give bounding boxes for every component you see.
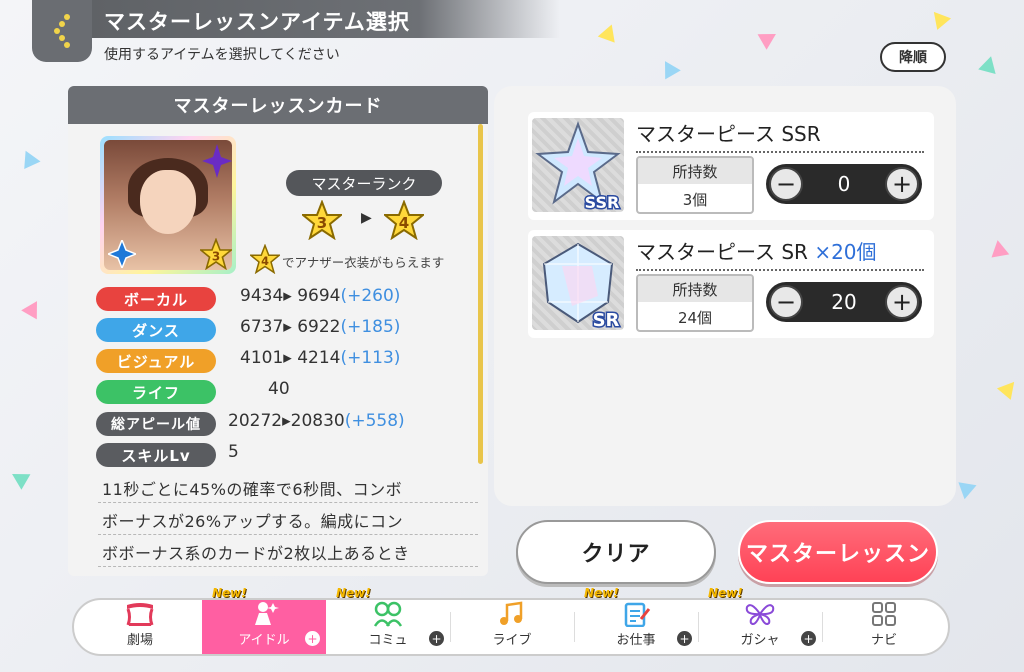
nav-label: お仕事 [616, 633, 656, 648]
rank-from-star-icon: 3 [302, 200, 342, 240]
nav-item-idol[interactable]: New! アイドル + [202, 586, 326, 654]
header: マスターレッスンアイテム選択 使用するアイテムを選択してください [0, 0, 560, 70]
increment-button[interactable]: + [885, 285, 919, 319]
rank-arrow-icon: ▶ [361, 210, 372, 226]
nav-label: ナビ [870, 633, 897, 648]
plus-icon: + [891, 288, 913, 316]
plus-icon: + [801, 631, 816, 646]
navi-icon [869, 601, 899, 627]
new-badge: New! [336, 586, 371, 600]
chevron-left-icon [54, 14, 70, 48]
owned-count-sr: 所持数 24個 [636, 274, 754, 332]
new-badge: New! [584, 586, 619, 600]
nav-label: ライブ [492, 633, 532, 648]
nav-item-work[interactable]: New! お仕事 + [574, 586, 698, 654]
plus-icon: + [305, 631, 320, 646]
nav-label: アイドル [238, 633, 290, 648]
master-rank-label: マスターランク [286, 170, 442, 196]
increment-button[interactable]: + [885, 167, 919, 201]
owned-value: 24個 [677, 308, 713, 327]
nav-item-navi[interactable]: ナビ [822, 600, 946, 654]
stat-value-dance: 6737▸ 6922(+185) [240, 317, 401, 337]
card-panel-scrollbar[interactable] [478, 124, 483, 464]
new-badge: New! [212, 586, 247, 600]
live-icon [497, 601, 527, 627]
rank-to-star-icon: 4 [384, 200, 424, 240]
sr-badge: SR [593, 310, 620, 330]
plus-icon: + [891, 170, 913, 198]
note-star-number: 4 [261, 255, 269, 268]
sparkle-icon [202, 144, 232, 178]
master-piece-sr-icon: SR [532, 236, 624, 330]
theater-icon [125, 601, 155, 627]
master-lesson-button[interactable]: マスターレッスン [738, 520, 938, 584]
gacha-icon [745, 601, 775, 627]
master-piece-ssr-icon: SSR [532, 118, 624, 212]
skill-description-line-2: ボーナスが26%アップする。編成にコン [98, 506, 478, 535]
attribute-icon [108, 240, 136, 268]
skill-description-line-3: ボボーナス系のカードが2枚以上あるとき [98, 538, 478, 567]
item-row-ssr[interactable]: SSR マスターピース SSR 所持数 3個 − 0 + [528, 112, 934, 220]
page-subtitle: 使用するアイテムを選択してください [104, 47, 340, 63]
rank-star-icon: 3 [200, 238, 232, 270]
quantity-value: 20 [831, 290, 857, 314]
stat-label-skill-level: スキルLv [96, 443, 216, 467]
ssr-badge: SSR [585, 193, 620, 212]
stat-label-total-appeal: 総アピール値 [96, 412, 216, 436]
rank-reward-note: でアナザー衣装がもらえます [282, 255, 445, 270]
card-rank-number: 3 [212, 249, 220, 263]
owned-value: 3個 [682, 190, 708, 209]
plus-icon: + [677, 631, 692, 646]
idol-card-art: 3 [104, 140, 232, 270]
idol-card[interactable]: 3 [100, 136, 236, 274]
item-row-sr[interactable]: SR マスターピース SR ×20個 所持数 24個 − 20 + [528, 230, 934, 338]
idol-icon [249, 601, 279, 627]
card-panel-heading: マスターレッスンカード [68, 86, 488, 124]
commu-icon [373, 601, 403, 627]
stat-value-life: 40 [268, 379, 290, 399]
decrement-button[interactable]: − [769, 285, 803, 319]
minus-icon: − [775, 288, 797, 316]
owned-count-ssr: 所持数 3個 [636, 156, 754, 214]
nav-item-gacha[interactable]: New! ガシャ + [698, 586, 822, 654]
stat-label-life: ライフ [96, 380, 216, 404]
stat-label-visual: ビジュアル [96, 349, 216, 373]
bottom-nav: 劇場 New! アイドル + New! コミュ + ライブ New! お仕事 +… [72, 586, 950, 656]
nav-label: 劇場 [126, 633, 153, 648]
nav-label: ガシャ [740, 633, 780, 648]
owned-label: 所持数 [638, 276, 752, 302]
stat-value-vocal: 9434▸ 9694(+260) [240, 286, 401, 306]
rank-from-number: 3 [317, 214, 327, 232]
item-name-sr: マスターピース SR ×20個 [636, 236, 924, 271]
nav-label: コミュ [368, 633, 408, 648]
nav-item-commu[interactable]: New! コミュ + [326, 586, 450, 654]
stat-label-dance: ダンス [96, 318, 216, 342]
rank-to-number: 4 [399, 214, 409, 232]
work-icon [621, 601, 651, 627]
owned-label: 所持数 [638, 158, 752, 184]
stat-value-skill-level: 5 [228, 442, 239, 462]
decrement-button[interactable]: − [769, 167, 803, 201]
quantity-value: 0 [837, 172, 851, 196]
stat-value-visual: 4101▸ 4214(+113) [240, 348, 401, 368]
quantity-stepper-sr: − 20 + [766, 282, 922, 322]
item-name-ssr: マスターピース SSR [636, 118, 924, 153]
quantity-stepper-ssr: − 0 + [766, 164, 922, 204]
stat-label-vocal: ボーカル [96, 287, 216, 311]
clear-button[interactable]: クリア [516, 520, 716, 584]
plus-icon: + [429, 631, 444, 646]
page-title: マスターレッスンアイテム選択 [104, 10, 410, 34]
back-button[interactable] [32, 0, 92, 62]
skill-description-line-1: 11秒ごとに45%の確率で6秒間、コンボ [98, 474, 478, 503]
nav-item-live[interactable]: ライブ [450, 600, 574, 654]
new-badge: New! [708, 586, 743, 600]
sort-order-button[interactable]: 降順 [880, 42, 946, 72]
note-star-icon: 4 [250, 244, 280, 274]
nav-item-theater[interactable]: 劇場 [78, 600, 202, 654]
minus-icon: − [775, 170, 797, 198]
stat-value-total-appeal: 20272▸20830(+558) [228, 411, 405, 431]
